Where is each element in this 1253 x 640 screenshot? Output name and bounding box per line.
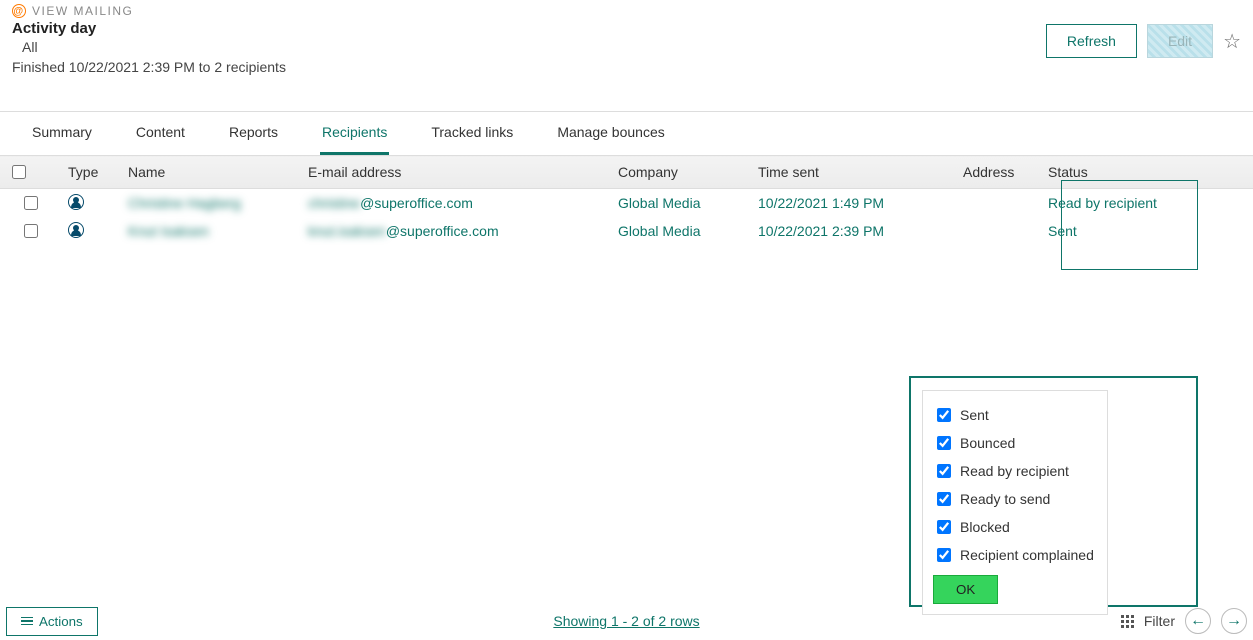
filter-checkbox[interactable] (937, 520, 951, 534)
recipient-company[interactable]: Global Media (618, 223, 701, 239)
col-email[interactable]: E-mail address (300, 156, 610, 189)
recipient-email-user: knut.isaksen (308, 223, 386, 239)
filter-option-label: Ready to send (960, 491, 1050, 507)
filter-checkbox[interactable] (937, 464, 951, 478)
refresh-button[interactable]: Refresh (1046, 24, 1137, 58)
filter-popup: Sent Bounced Read by recipient Ready to … (922, 390, 1108, 615)
filter-option-label: Sent (960, 407, 989, 423)
recipient-email-domain[interactable]: @superoffice.com (360, 195, 473, 211)
recipient-status: Read by recipient (1040, 189, 1253, 218)
recipient-email-domain[interactable]: @superoffice.com (386, 223, 499, 239)
hamburger-icon (21, 617, 33, 626)
recipient-time: 10/22/2021 2:39 PM (750, 217, 955, 245)
tab-manage-bounces[interactable]: Manage bounces (555, 112, 666, 155)
filter-option-label: Read by recipient (960, 463, 1069, 479)
status-line: Finished 10/22/2021 2:39 PM to 2 recipie… (12, 59, 1241, 75)
paging-status[interactable]: Showing 1 - 2 of 2 rows (553, 613, 699, 629)
table-row[interactable]: Knut Isaksen knut.isaksen@superoffice.co… (0, 217, 1253, 245)
select-all-checkbox[interactable] (12, 165, 26, 179)
filter-option-read[interactable]: Read by recipient (933, 457, 1097, 485)
tab-summary[interactable]: Summary (30, 112, 94, 155)
filter-option-label: Blocked (960, 519, 1010, 535)
recipient-time: 10/22/2021 1:49 PM (750, 189, 955, 218)
tab-reports[interactable]: Reports (227, 112, 280, 155)
footer-right: Filter ← → (1121, 608, 1247, 634)
header-actions: Refresh Edit ☆ (1046, 24, 1241, 58)
col-name[interactable]: Name (120, 156, 300, 189)
grid-icon[interactable] (1121, 615, 1134, 628)
filter-checkbox[interactable] (937, 436, 951, 450)
filter-checkbox[interactable] (937, 548, 951, 562)
recipient-email-user: christine (308, 195, 360, 211)
filter-option-label: Recipient complained (960, 547, 1094, 563)
tab-bar: Summary Content Reports Recipients Track… (0, 111, 1253, 155)
filter-button[interactable]: Filter (1144, 613, 1175, 629)
filter-ok-button[interactable]: OK (933, 575, 998, 604)
col-address[interactable]: Address (955, 156, 1040, 189)
filter-checkbox[interactable] (937, 492, 951, 506)
filter-option-bounced[interactable]: Bounced (933, 429, 1097, 457)
col-check (0, 156, 60, 189)
filter-option-blocked[interactable]: Blocked (933, 513, 1097, 541)
col-status[interactable]: Status (1040, 156, 1253, 189)
recipient-name[interactable]: Christine Hagberg (128, 195, 241, 211)
filter-option-sent[interactable]: Sent (933, 401, 1097, 429)
tab-content[interactable]: Content (134, 112, 187, 155)
filter-option-label: Bounced (960, 435, 1015, 451)
tab-tracked-links[interactable]: Tracked links (429, 112, 515, 155)
tab-recipients[interactable]: Recipients (320, 112, 389, 155)
footer-bar: Actions Showing 1 - 2 of 2 rows Filter ←… (0, 604, 1253, 640)
next-page-button[interactable]: → (1221, 608, 1247, 634)
mailing-at-icon: @ (12, 4, 26, 18)
filter-option-complained[interactable]: Recipient complained (933, 541, 1097, 569)
breadcrumb-text: VIEW MAILING (32, 4, 133, 18)
filter-option-ready[interactable]: Ready to send (933, 485, 1097, 513)
actions-button[interactable]: Actions (6, 607, 98, 636)
recipient-name[interactable]: Knut Isaksen (128, 223, 209, 239)
col-time[interactable]: Time sent (750, 156, 955, 189)
filter-checkbox[interactable] (937, 408, 951, 422)
actions-label: Actions (39, 614, 83, 629)
person-icon (68, 222, 84, 238)
recipient-status: Sent (1040, 217, 1253, 245)
recipient-company[interactable]: Global Media (618, 195, 701, 211)
page-header: @ VIEW MAILING Activity day All Finished… (0, 0, 1253, 83)
row-checkbox[interactable] (24, 196, 38, 210)
col-type[interactable]: Type (60, 156, 120, 189)
prev-page-button[interactable]: ← (1185, 608, 1211, 634)
table-row[interactable]: Christine Hagberg christine@superoffice.… (0, 189, 1253, 218)
col-company[interactable]: Company (610, 156, 750, 189)
row-checkbox[interactable] (24, 224, 38, 238)
edit-button: Edit (1147, 24, 1213, 58)
favorite-star-icon[interactable]: ☆ (1223, 29, 1241, 54)
person-icon (68, 194, 84, 210)
breadcrumb: @ VIEW MAILING (12, 4, 1241, 18)
recipients-table: Type Name E-mail address Company Time se… (0, 155, 1253, 245)
